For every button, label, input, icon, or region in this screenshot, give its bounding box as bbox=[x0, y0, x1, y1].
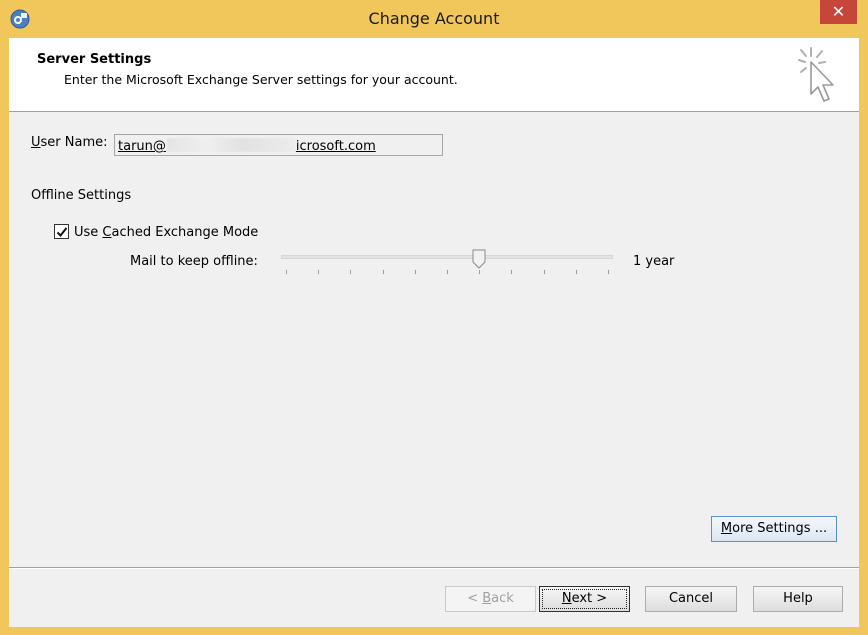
window-title: Change Account bbox=[368, 9, 500, 28]
wizard-header: Server Settings Enter the Microsoft Exch… bbox=[9, 38, 859, 112]
help-button[interactable]: Help bbox=[753, 586, 843, 612]
cached-mode-label[interactable]: Use Cached Exchange Mode bbox=[74, 225, 258, 240]
cancel-button[interactable]: Cancel bbox=[645, 586, 737, 612]
cached-mode-checkbox[interactable] bbox=[54, 224, 69, 239]
change-account-window: Change Account ✕ Server Settings Enter t… bbox=[0, 0, 868, 635]
back-button[interactable]: < Back bbox=[445, 586, 536, 612]
mail-offline-slider-track[interactable] bbox=[281, 255, 613, 259]
redacted-text bbox=[166, 138, 295, 152]
mail-offline-label: Mail to keep offline: bbox=[130, 254, 258, 269]
slider-tick bbox=[511, 270, 512, 274]
check-icon bbox=[56, 227, 68, 237]
slider-tick bbox=[318, 270, 319, 274]
slider-tick bbox=[544, 270, 545, 274]
mail-offline-value: 1 year bbox=[633, 254, 675, 269]
slider-tick bbox=[479, 270, 480, 274]
slider-tick bbox=[576, 270, 577, 274]
next-button[interactable]: Next > bbox=[539, 586, 630, 612]
footer-divider bbox=[9, 567, 859, 569]
close-button[interactable]: ✕ bbox=[820, 0, 857, 24]
slider-tick bbox=[286, 270, 287, 274]
title-bar[interactable]: Change Account ✕ bbox=[0, 0, 868, 38]
username-field[interactable]: tarun@ icrosoft.com bbox=[114, 134, 443, 156]
header-title: Server Settings bbox=[37, 52, 152, 67]
slider-tick bbox=[608, 270, 609, 274]
username-label: User Name: bbox=[31, 135, 108, 150]
dialog-client-area: Server Settings Enter the Microsoft Exch… bbox=[9, 38, 859, 627]
slider-tick bbox=[447, 270, 448, 274]
wizard-cursor-icon bbox=[798, 47, 834, 102]
header-subtitle: Enter the Microsoft Exchange Server sett… bbox=[64, 72, 458, 87]
slider-tick bbox=[350, 270, 351, 274]
offline-settings-heading: Offline Settings bbox=[31, 188, 132, 203]
slider-tick bbox=[383, 270, 384, 274]
mail-offline-slider-thumb[interactable] bbox=[472, 249, 486, 269]
username-value: tarun@ icrosoft.com bbox=[118, 138, 376, 154]
slider-tick bbox=[415, 270, 416, 274]
more-settings-button[interactable]: More Settings ... bbox=[711, 516, 837, 542]
